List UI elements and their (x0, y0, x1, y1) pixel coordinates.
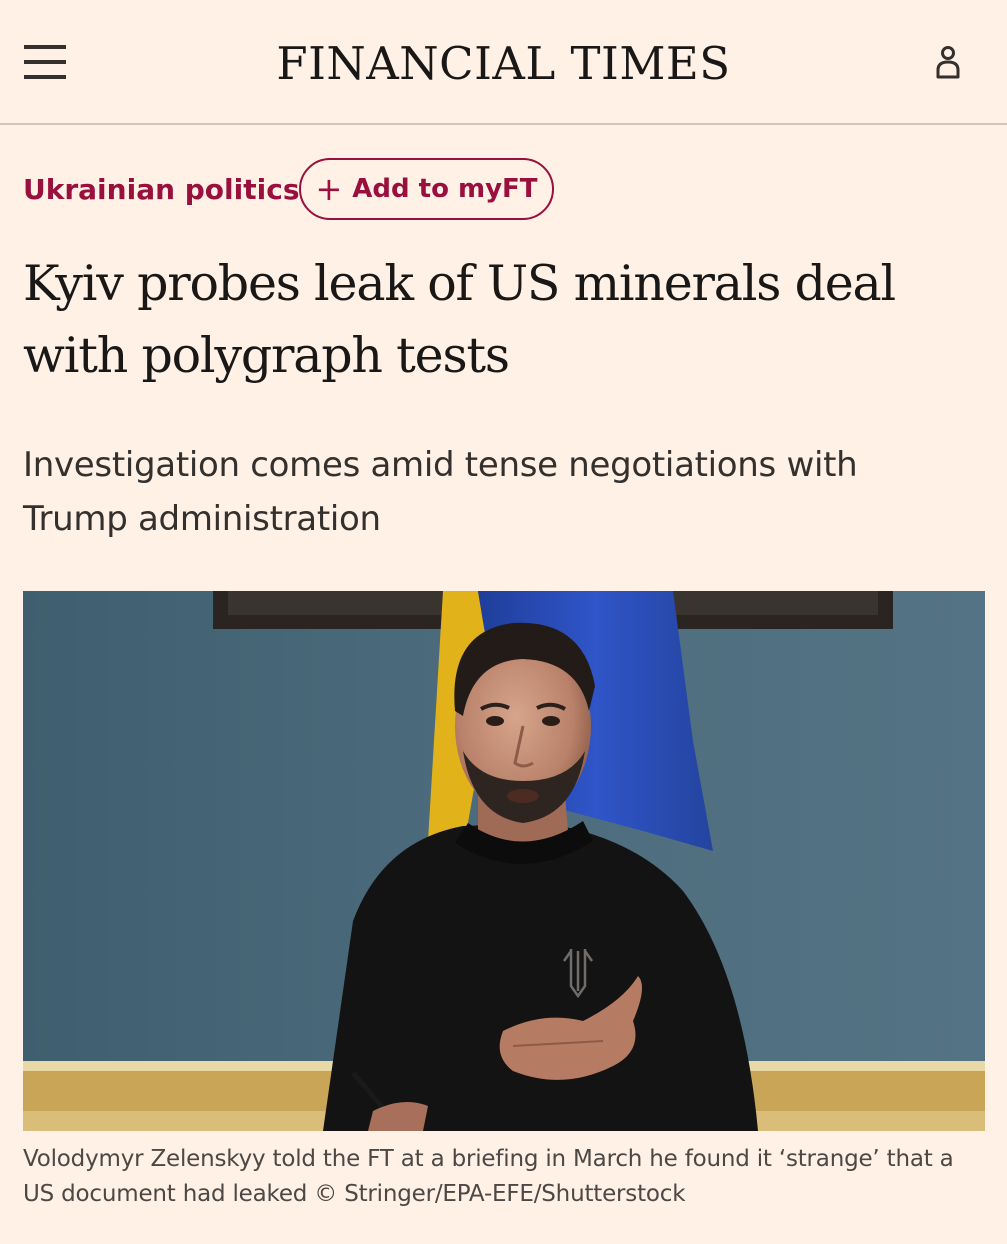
plus-icon: + (315, 170, 343, 208)
zelenskyy-photo (23, 591, 985, 1131)
article-headline: Kyiv probes leak of US minerals deal wit… (23, 255, 896, 384)
add-to-myft-button[interactable]: + Add to myFT (299, 158, 554, 220)
topic-row: Ukrainian politics + Add to myFT (23, 158, 983, 224)
masthead-logo[interactable]: FINANCIAL TIMES (0, 34, 1007, 94)
image-caption: Volodymyr Zelenskyy told the FT at a bri… (23, 1146, 954, 1207)
article-standfirst: Investigation comes amid tense negotiati… (23, 445, 858, 539)
article-main-image (23, 591, 985, 1131)
user-account-icon (936, 46, 960, 79)
topic-link-ukrainian-politics[interactable]: Ukrainian politics (23, 170, 300, 210)
site-header: FINANCIAL TIMES (0, 0, 1007, 125)
account-button[interactable] (926, 42, 970, 86)
add-to-myft-label: Add to myFT (352, 174, 538, 204)
